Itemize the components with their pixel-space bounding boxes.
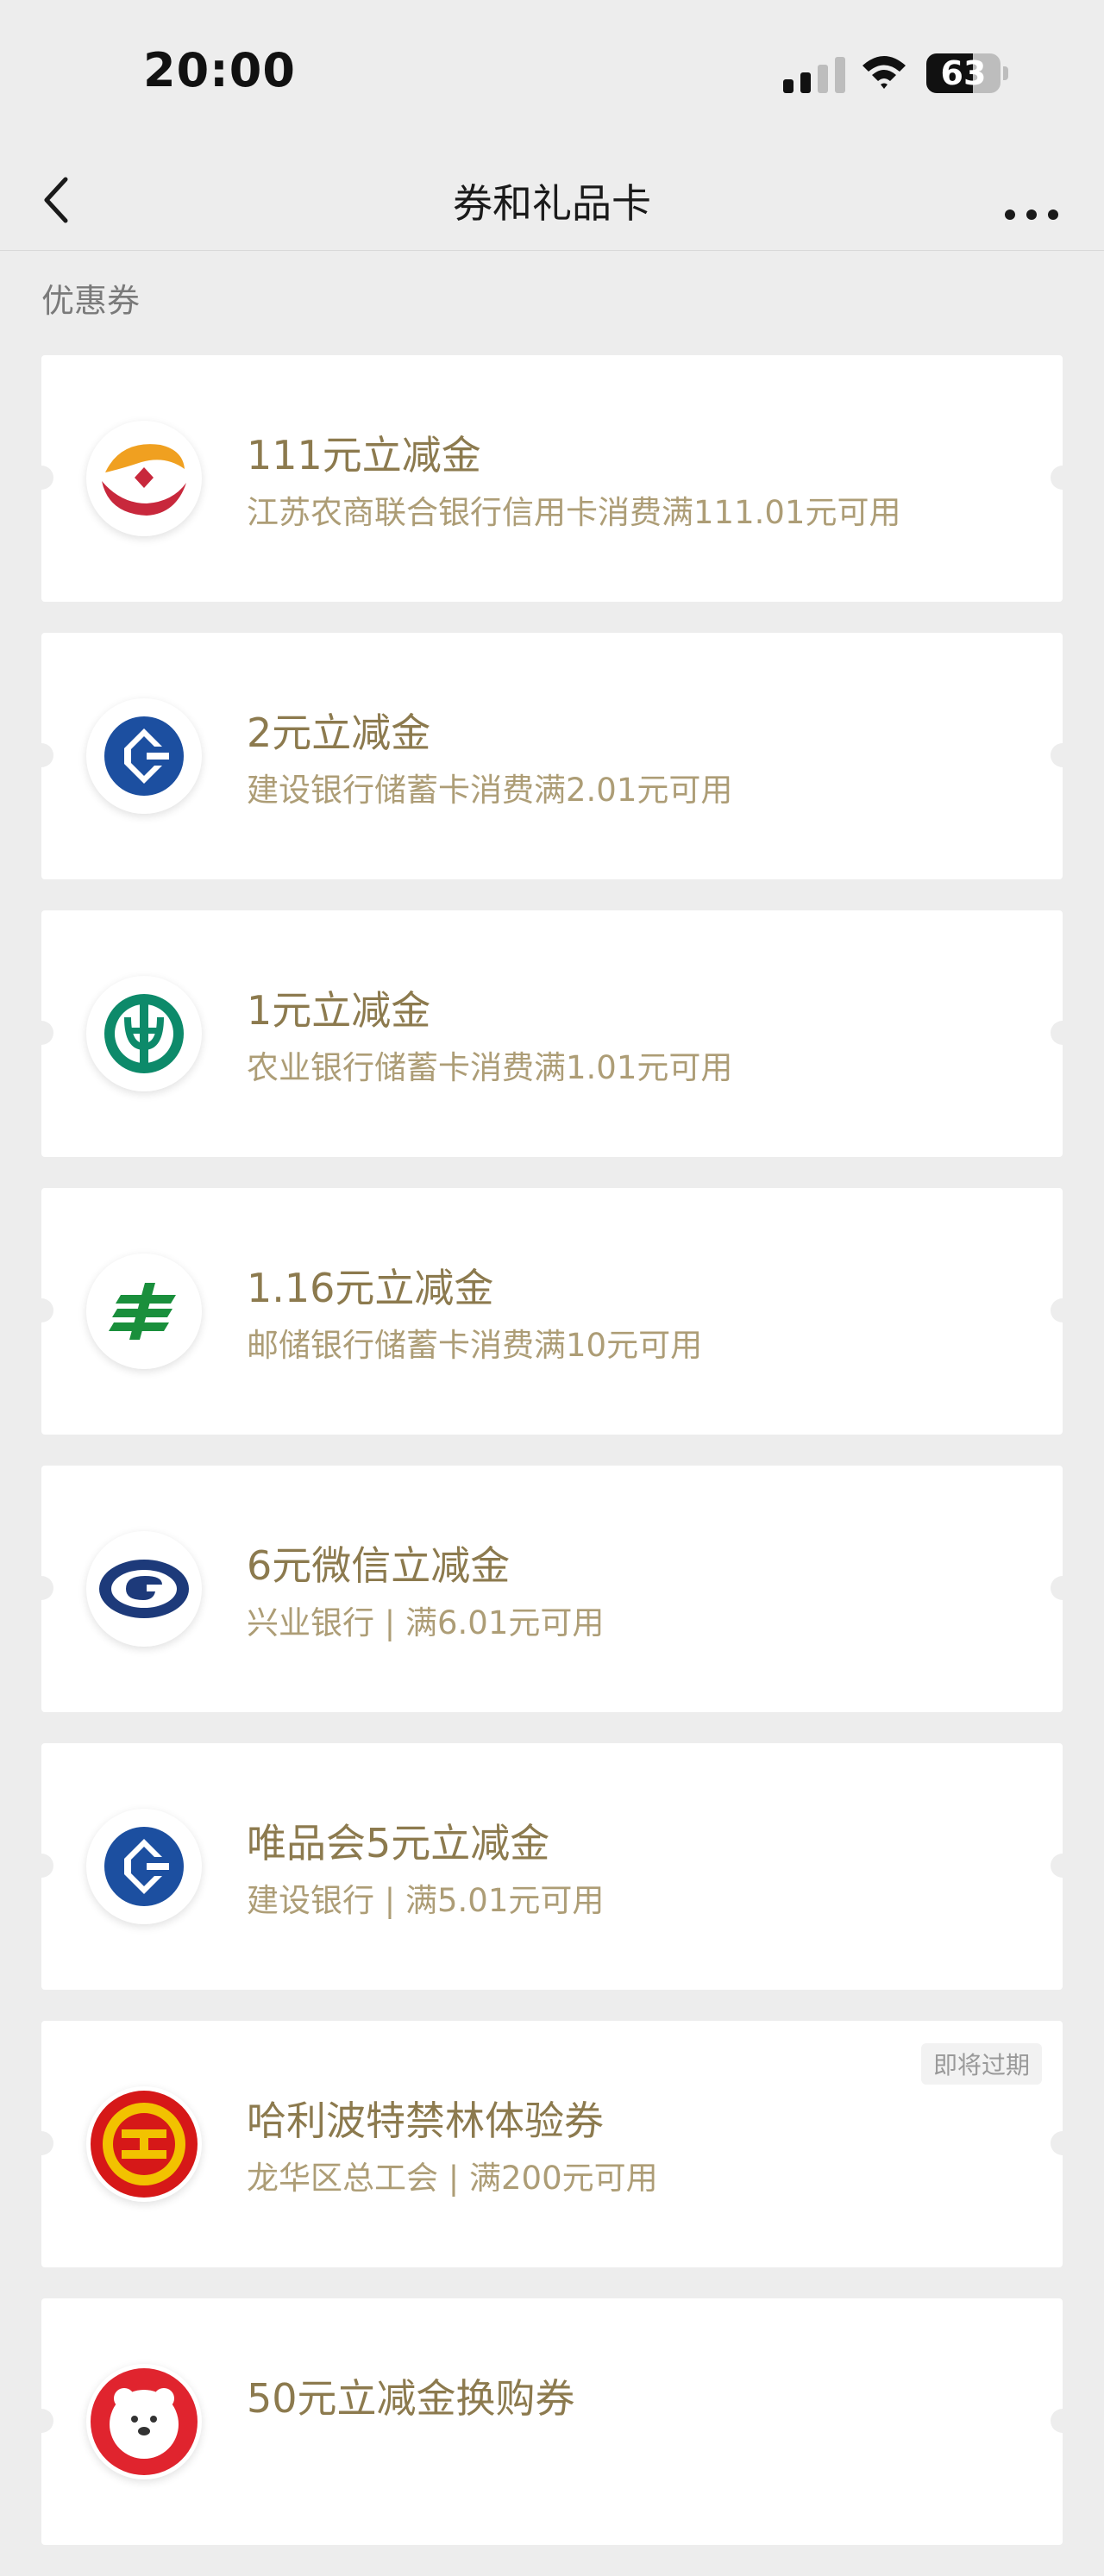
coupon-title: 111元立减金 — [247, 432, 481, 478]
coupon-card[interactable]: 1元立减金 农业银行储蓄卡消费满1.01元可用 — [29, 910, 1075, 1157]
nav-bar: 券和礼品卡 — [0, 147, 1104, 251]
coupon-description: 农业银行储蓄卡消费满1.01元可用 — [247, 1049, 733, 1086]
coupon-description: 兴业银行 | 满6.01元可用 — [247, 1604, 605, 1641]
coupon-card[interactable]: 即将过期 哈利波特禁林体验券 龙华区总工会 | 满200元可用 — [29, 2021, 1075, 2267]
abc-bank-logo-icon — [86, 976, 202, 1091]
battery-icon: 63 — [926, 53, 1009, 93]
coupon-description: 江苏农商联合银行信用卡消费满111.01元可用 — [247, 494, 901, 531]
trade-union-logo-icon — [86, 2086, 202, 2202]
page-title: 券和礼品卡 — [453, 180, 651, 227]
status-time: 20:00 — [143, 43, 296, 97]
coupon-title: 50元立减金换购券 — [247, 2375, 575, 2422]
section-title-coupons: 优惠券 — [41, 282, 141, 320]
cellular-signal-icon — [783, 57, 845, 93]
cib-bank-logo-icon — [86, 1531, 202, 1647]
coupon-description: 建设银行 | 满5.01元可用 — [247, 1882, 605, 1919]
polar-bear-logo-icon — [86, 2364, 202, 2479]
jiangsu-rural-bank-logo-icon — [86, 421, 202, 536]
status-bar: 20:00 63 — [0, 0, 1104, 147]
coupon-card[interactable]: 唯品会5元立减金 建设银行 | 满5.01元可用 — [29, 1743, 1075, 1990]
coupon-card[interactable]: 50元立减金换购券 — [29, 2298, 1075, 2545]
coupon-card[interactable]: 6元微信立减金 兴业银行 | 满6.01元可用 — [29, 1466, 1075, 1712]
coupon-title: 6元微信立减金 — [247, 1542, 511, 1589]
coupon-card[interactable]: 2元立减金 建设银行储蓄卡消费满2.01元可用 — [29, 633, 1075, 879]
ccb-bank-logo-icon — [86, 698, 202, 814]
coupon-title: 1.16元立减金 — [247, 1265, 494, 1311]
battery-percentage: 63 — [940, 54, 987, 92]
coupon-list: 111元立减金 江苏农商联合银行信用卡消费满111.01元可用 2元立减金 建设… — [29, 355, 1075, 2576]
coupon-description: 邮储银行储蓄卡消费满10元可用 — [247, 1327, 703, 1364]
wifi-icon — [862, 56, 906, 89]
coupon-title: 2元立减金 — [247, 710, 431, 756]
coupon-title: 1元立减金 — [247, 987, 431, 1034]
coupon-title: 唯品会5元立减金 — [247, 1820, 550, 1866]
coupon-title: 哈利波特禁林体验券 — [247, 2098, 604, 2144]
psbc-bank-logo-icon — [86, 1254, 202, 1369]
coupon-description: 龙华区总工会 | 满200元可用 — [247, 2160, 658, 2197]
more-options-icon[interactable] — [992, 167, 1070, 228]
ccb-bank-logo-icon — [86, 1809, 202, 1924]
coupon-card[interactable]: 1.16元立减金 邮储银行储蓄卡消费满10元可用 — [29, 1188, 1075, 1435]
coupon-card[interactable]: 111元立减金 江苏农商联合银行信用卡消费满111.01元可用 — [29, 355, 1075, 602]
coupon-description: 建设银行储蓄卡消费满2.01元可用 — [247, 772, 733, 809]
expiring-soon-badge: 即将过期 — [920, 2043, 1042, 2085]
